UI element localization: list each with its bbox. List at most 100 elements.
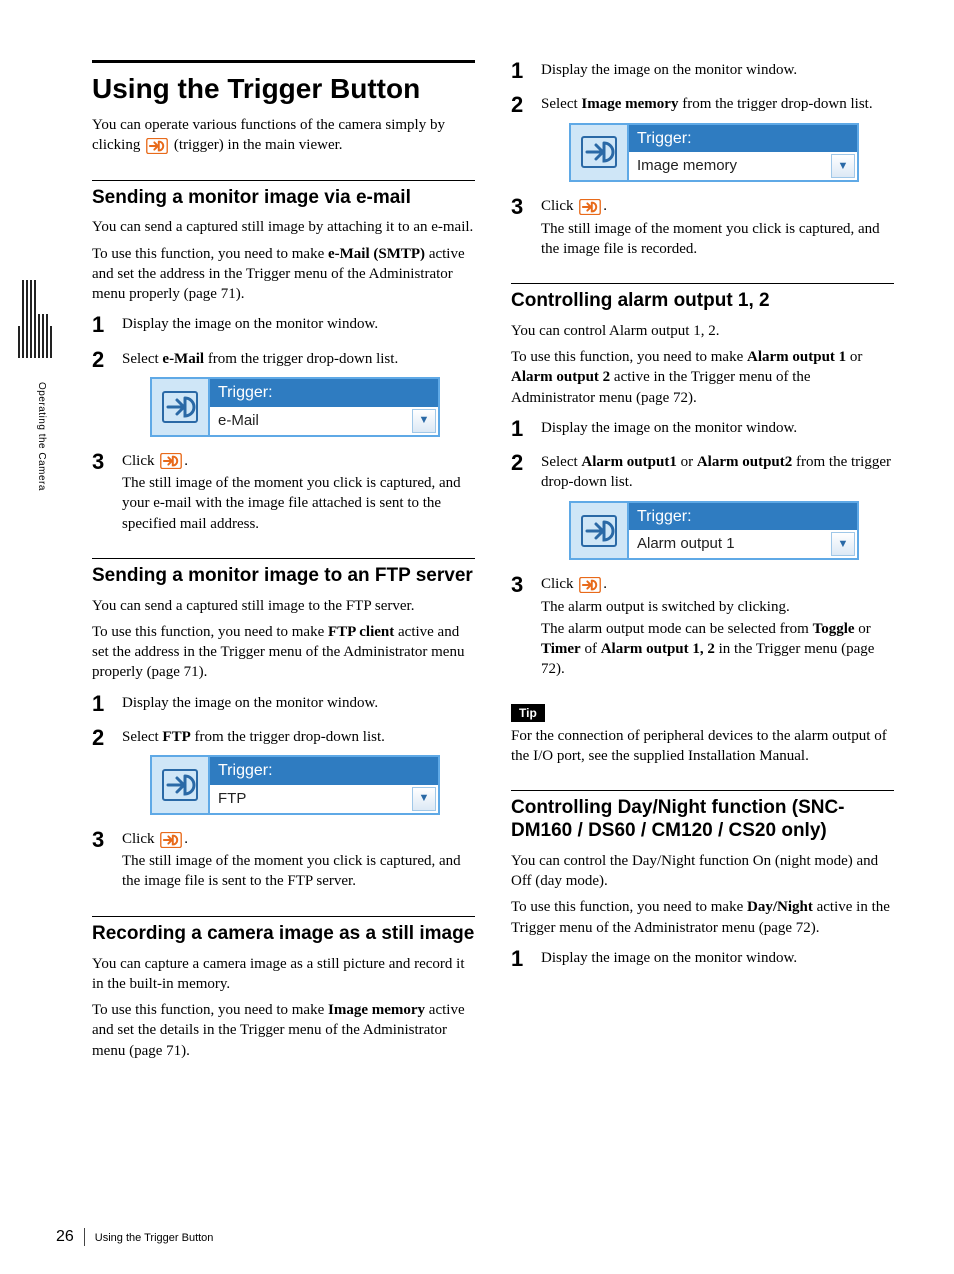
- trigger-icon: [160, 453, 182, 469]
- text: Select: [122, 729, 162, 745]
- chevron-down-icon[interactable]: ▼: [831, 154, 855, 178]
- step-3: Click . The still image of the moment yo…: [511, 196, 894, 259]
- step-text: Display the image on the monitor window.: [122, 316, 378, 332]
- bold-text: Alarm output 2: [511, 369, 610, 385]
- step-text: Display the image on the monitor window.: [541, 420, 797, 436]
- trigger-dropdown-label: Trigger:: [629, 125, 857, 153]
- text: .: [184, 831, 188, 847]
- step-3-desc: The still image of the moment you click …: [122, 473, 475, 534]
- bold-text: e-Mail: [162, 351, 204, 367]
- left-column: Using the Trigger Button You can operate…: [92, 60, 475, 1067]
- step-3-desc-2: The alarm output mode can be selected fr…: [541, 619, 894, 680]
- text: or: [677, 454, 697, 470]
- bold-text: Image memory: [328, 1002, 425, 1018]
- section-record-steps: Display the image on the monitor window.…: [511, 60, 894, 259]
- step-2: Select FTP from the trigger drop-down li…: [92, 727, 475, 815]
- step-2: Select Alarm output1 or Alarm output2 fr…: [511, 452, 894, 560]
- trigger-dropdown-label: Trigger:: [210, 757, 438, 785]
- section-alarm-p1: You can control Alarm output 1, 2.: [511, 321, 894, 341]
- section-ftp-steps: Display the image on the monitor window.…: [92, 693, 475, 892]
- trigger-dropdown-icon: [571, 503, 629, 559]
- bold-text: Image memory: [581, 96, 678, 112]
- bold-text: Toggle: [813, 621, 855, 637]
- trigger-dropdown-icon: [152, 757, 210, 813]
- trigger-icon: [579, 577, 601, 593]
- bold-text: Alarm output1: [581, 454, 676, 470]
- section-alarm-steps: Display the image on the monitor window.…: [511, 418, 894, 680]
- section-ftp-p2: To use this function, you need to make F…: [92, 622, 475, 683]
- bold-text: e-Mail (SMTP): [328, 246, 425, 262]
- intro-text-b: (trigger) in the main viewer.: [174, 137, 343, 153]
- text: from the trigger drop-down list.: [678, 96, 872, 112]
- trigger-dropdown-ftp[interactable]: Trigger: FTP ▼: [150, 755, 440, 815]
- step-1: Display the image on the monitor window.: [92, 314, 475, 334]
- section-daynight-steps: Display the image on the monitor window.: [511, 948, 894, 968]
- text: Click: [122, 831, 158, 847]
- step-2: Select Image memory from the trigger dro…: [511, 94, 894, 182]
- page-number: 26: [56, 1228, 85, 1246]
- section-index-bars: [18, 278, 52, 358]
- section-daynight-p2: To use this function, you need to make D…: [511, 897, 894, 938]
- text: .: [603, 576, 607, 592]
- text: from the trigger drop-down list.: [204, 351, 398, 367]
- trigger-dropdown-email[interactable]: Trigger: e-Mail ▼: [150, 377, 440, 437]
- text: Select: [541, 454, 581, 470]
- section-ftp-p1: You can send a captured still image to t…: [92, 596, 475, 616]
- bold-text: Day/Night: [747, 899, 813, 915]
- section-alarm-p2: To use this function, you need to make A…: [511, 347, 894, 408]
- step-text: Display the image on the monitor window.: [541, 950, 797, 966]
- footer-title: Using the Trigger Button: [95, 1232, 214, 1244]
- right-column: Display the image on the monitor window.…: [511, 60, 894, 1067]
- section-record-p1: You can capture a camera image as a stil…: [92, 954, 475, 995]
- text: To use this function, you need to make: [511, 349, 747, 365]
- step-1: Display the image on the monitor window.: [92, 693, 475, 713]
- trigger-icon: [146, 138, 168, 154]
- step-1: Display the image on the monitor window.: [511, 948, 894, 968]
- step-3: Click . The still image of the moment yo…: [92, 829, 475, 892]
- step-3-desc: The still image of the moment you click …: [122, 851, 475, 892]
- section-email-p1: You can send a captured still image by a…: [92, 217, 475, 237]
- section-record-p2: To use this function, you need to make I…: [92, 1000, 475, 1061]
- step-2: Select e-Mail from the trigger drop-down…: [92, 349, 475, 437]
- section-daynight-heading: Controlling Day/Night function (SNC-DM16…: [511, 790, 894, 843]
- text: or: [846, 349, 862, 365]
- chevron-down-icon[interactable]: ▼: [831, 532, 855, 556]
- text: or: [855, 621, 871, 637]
- trigger-icon: [579, 199, 601, 215]
- trigger-dropdown-icon: [152, 379, 210, 435]
- trigger-dropdown-value: Image memory: [629, 152, 829, 180]
- text: .: [184, 453, 188, 469]
- step-3-desc-1: The alarm output is switched by clicking…: [541, 597, 894, 617]
- trigger-dropdown-value: FTP: [210, 785, 410, 813]
- section-alarm-heading: Controlling alarm output 1, 2: [511, 283, 894, 313]
- step-text: Display the image on the monitor window.: [122, 695, 378, 711]
- step-3-desc: The still image of the moment you click …: [541, 219, 894, 260]
- section-email-heading: Sending a monitor image via e-mail: [92, 180, 475, 210]
- trigger-dropdown-alarm[interactable]: Trigger: Alarm output 1 ▼: [569, 501, 859, 561]
- trigger-dropdown-image-memory[interactable]: Trigger: Image memory ▼: [569, 123, 859, 183]
- text: Click: [541, 198, 577, 214]
- chevron-down-icon[interactable]: ▼: [412, 409, 436, 433]
- bold-text: Alarm output 1, 2: [601, 641, 715, 657]
- bold-text: Alarm output2: [697, 454, 792, 470]
- text: .: [603, 198, 607, 214]
- trigger-dropdown-icon: [571, 125, 629, 181]
- trigger-dropdown-label: Trigger:: [629, 503, 857, 531]
- page-h1: Using the Trigger Button: [92, 60, 475, 105]
- step-3: Click . The alarm output is switched by …: [511, 574, 894, 679]
- section-email-steps: Display the image on the monitor window.…: [92, 314, 475, 533]
- text: Click: [122, 453, 158, 469]
- text: The alarm output mode can be selected fr…: [541, 621, 813, 637]
- text: To use this function, you need to make: [92, 1002, 328, 1018]
- text: of: [581, 641, 601, 657]
- chevron-down-icon[interactable]: ▼: [412, 787, 436, 811]
- trigger-dropdown-value: Alarm output 1: [629, 530, 829, 558]
- text: To use this function, you need to make: [92, 624, 328, 640]
- intro-paragraph: You can operate various functions of the…: [92, 115, 475, 156]
- text: Select: [122, 351, 162, 367]
- section-email-p2: To use this function, you need to make e…: [92, 244, 475, 305]
- bold-text: FTP client: [328, 624, 394, 640]
- bold-text: Timer: [541, 641, 581, 657]
- tip-text: For the connection of peripheral devices…: [511, 726, 894, 767]
- section-record-heading: Recording a camera image as a still imag…: [92, 916, 475, 946]
